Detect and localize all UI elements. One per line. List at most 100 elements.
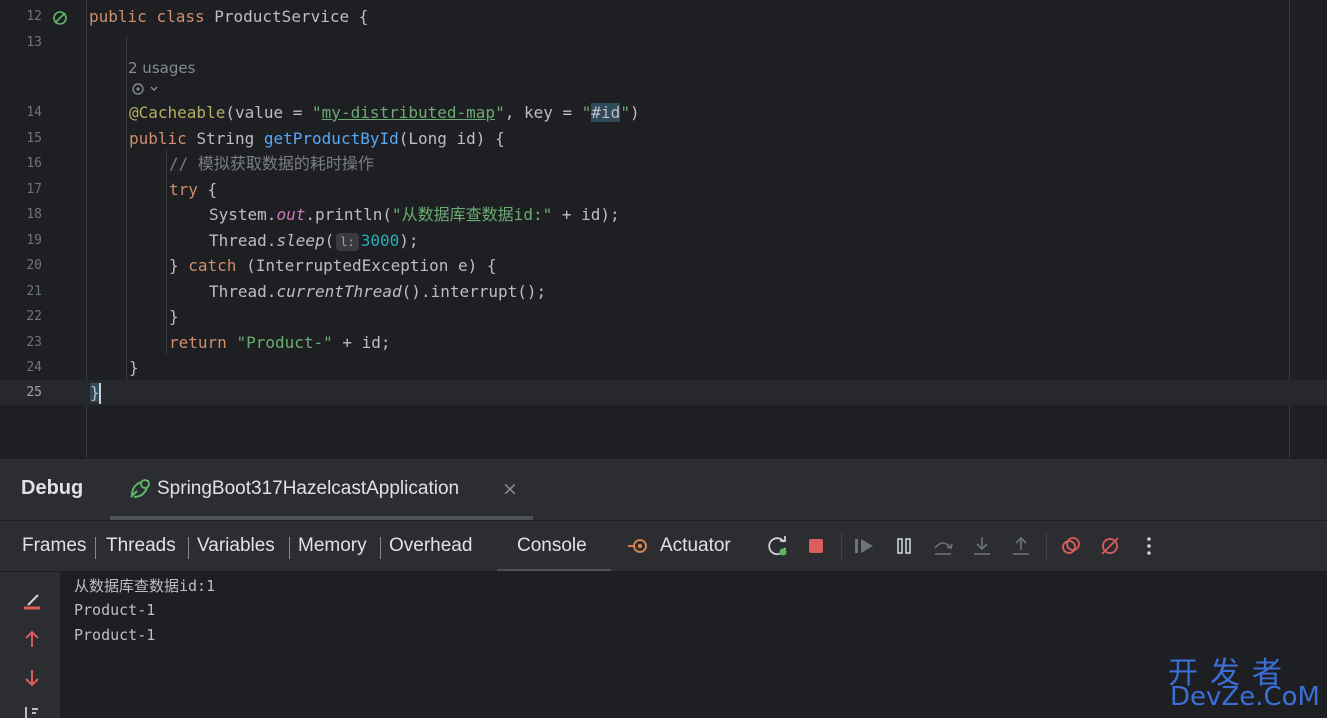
brace: { <box>358 7 369 26</box>
stop-icon[interactable] <box>804 534 828 558</box>
more-options-icon[interactable] <box>1137 534 1161 558</box>
inlay-options-icon[interactable] <box>130 81 162 97</box>
string-quote: " <box>620 103 630 122</box>
tab-threads[interactable]: Threads <box>106 535 176 557</box>
code-text: + id); <box>552 205 620 224</box>
code-line-14[interactable]: 14 @Cacheable(value = "my-distributed-ma… <box>0 100 1327 125</box>
code-text: + id; <box>332 333 391 352</box>
line-number: 19 <box>26 233 42 248</box>
code-text: } <box>169 307 179 326</box>
spring-boot-run-icon <box>130 479 150 498</box>
console-line: 从数据库查数据id:1 <box>74 577 216 595</box>
code-line-21[interactable]: 21 Thread.currentThread().interrupt(); <box>0 279 1327 304</box>
tab-separator <box>188 537 189 559</box>
tool-window-title: Debug <box>21 477 84 499</box>
line-number: 23 <box>26 335 42 350</box>
comment: // 模拟获取数据的耗时操作 <box>169 154 374 173</box>
string-quote: " <box>312 103 322 122</box>
code-line-22[interactable]: 22 } <box>0 304 1327 329</box>
rerun-icon[interactable] <box>766 534 790 558</box>
clear-console-icon[interactable] <box>20 589 44 613</box>
code-line-20[interactable]: 20 } catch (InterruptedException e) { <box>0 253 1327 278</box>
annotation: @Cacheable <box>129 103 226 122</box>
code-text: } <box>169 256 189 275</box>
code-text: Thread. <box>209 282 277 301</box>
spel-expression[interactable]: #id <box>591 103 621 122</box>
line-number: 21 <box>26 284 42 299</box>
line-number: 14 <box>26 105 42 120</box>
static-field: out <box>276 205 306 224</box>
code-text: ) <box>629 103 640 122</box>
code-text: ); <box>399 231 419 250</box>
keyword: class <box>156 7 205 26</box>
code-line-12[interactable]: 12 public class ProductService { <box>0 4 1327 29</box>
method-name: getProductById <box>263 129 399 148</box>
type-name: String <box>196 129 255 148</box>
code-line-15[interactable]: 15 public String getProductById(Long id)… <box>0 126 1327 151</box>
code-text: ().interrupt(); <box>401 282 547 301</box>
line-number: 17 <box>26 182 42 197</box>
code-line-18[interactable]: 18 System.out.println("从数据库查数据id:" + id)… <box>0 202 1327 227</box>
keyword: public <box>129 129 187 148</box>
tab-variables[interactable]: Variables <box>197 535 275 557</box>
code-line-23[interactable]: 23 return "Product-" + id; <box>0 330 1327 355</box>
code-line-25[interactable]: 25 } <box>0 380 1327 405</box>
tab-frames[interactable]: Frames <box>22 535 86 557</box>
cache-name-link[interactable]: my-distributed-map <box>322 103 495 122</box>
usages-hint[interactable]: 2 usages <box>128 59 195 77</box>
console-output[interactable]: 从数据库查数据id:1 Product-1 Product-1 <box>60 571 1327 718</box>
tab-separator <box>95 537 96 559</box>
close-icon[interactable]: × <box>502 478 518 500</box>
line-number: 25 <box>26 385 42 400</box>
tab-memory[interactable]: Memory <box>298 535 367 557</box>
indent-guide <box>166 200 167 250</box>
code-text: System. <box>209 205 277 224</box>
spring-bean-icon[interactable] <box>52 10 68 26</box>
line-number: 13 <box>26 35 42 50</box>
debug-toolbar: Frames Threads Variables Memory Overhead… <box>0 520 1327 572</box>
step-out-icon[interactable] <box>1009 534 1033 558</box>
code-line-24[interactable]: 24 } <box>0 355 1327 380</box>
pause-icon[interactable] <box>892 534 916 558</box>
tab-actuator[interactable]: Actuator <box>660 535 731 557</box>
static-method: currentThread <box>276 282 402 301</box>
console-tab-label: Console <box>517 535 587 556</box>
indent-guide <box>126 36 127 380</box>
code-line-17[interactable]: 17 try { <box>0 177 1327 202</box>
debug-session-tab[interactable]: SpringBoot317HazelcastApplication × <box>110 459 533 520</box>
step-into-icon[interactable] <box>970 534 994 558</box>
soft-wrap-icon[interactable] <box>20 703 44 718</box>
debug-tool-window: Debug SpringBoot317HazelcastApplication … <box>0 458 1327 718</box>
code-line-13[interactable]: 13 <box>0 30 1327 55</box>
code-line-16[interactable]: 16 // 模拟获取数据的耗时操作 <box>0 151 1327 176</box>
mute-breakpoints-icon[interactable] <box>1098 534 1122 558</box>
resume-icon[interactable] <box>852 534 876 558</box>
code-text: Thread. <box>209 231 277 250</box>
arrow-up-icon[interactable] <box>20 627 44 651</box>
tab-overhead[interactable]: Overhead <box>389 535 472 557</box>
console-line: Product-1 <box>74 626 156 644</box>
line-number: 18 <box>26 207 42 222</box>
number-literal: 3000 <box>360 231 400 250</box>
console-line: Product-1 <box>74 601 156 619</box>
actuator-icon <box>628 539 647 553</box>
code-line-19[interactable]: 19 Thread.sleep(l: 3000); <box>0 228 1327 253</box>
arrow-down-icon[interactable] <box>20 666 44 690</box>
static-method: sleep <box>276 231 325 250</box>
view-breakpoints-icon[interactable] <box>1059 534 1083 558</box>
code-text: (Long id) { <box>398 129 505 148</box>
code-editor[interactable]: 12 public class ProductService { 13 2 us… <box>0 0 1327 458</box>
parameter-hint[interactable]: l: <box>336 232 359 251</box>
code-text: } <box>129 358 139 377</box>
code-text: (InterruptedException e) { <box>236 256 497 275</box>
toolbar-separator <box>841 534 842 560</box>
tab-separator <box>289 537 290 559</box>
code-text: { <box>197 180 218 199</box>
tab-console[interactable]: Console <box>497 521 611 571</box>
step-over-icon[interactable] <box>931 534 955 558</box>
string-literal: "从数据库查数据id:" <box>392 205 553 224</box>
string-literal: "Product-" <box>236 333 333 352</box>
line-number: 16 <box>26 156 42 171</box>
keyword: public <box>89 7 147 26</box>
code-text: .println( <box>305 205 393 224</box>
